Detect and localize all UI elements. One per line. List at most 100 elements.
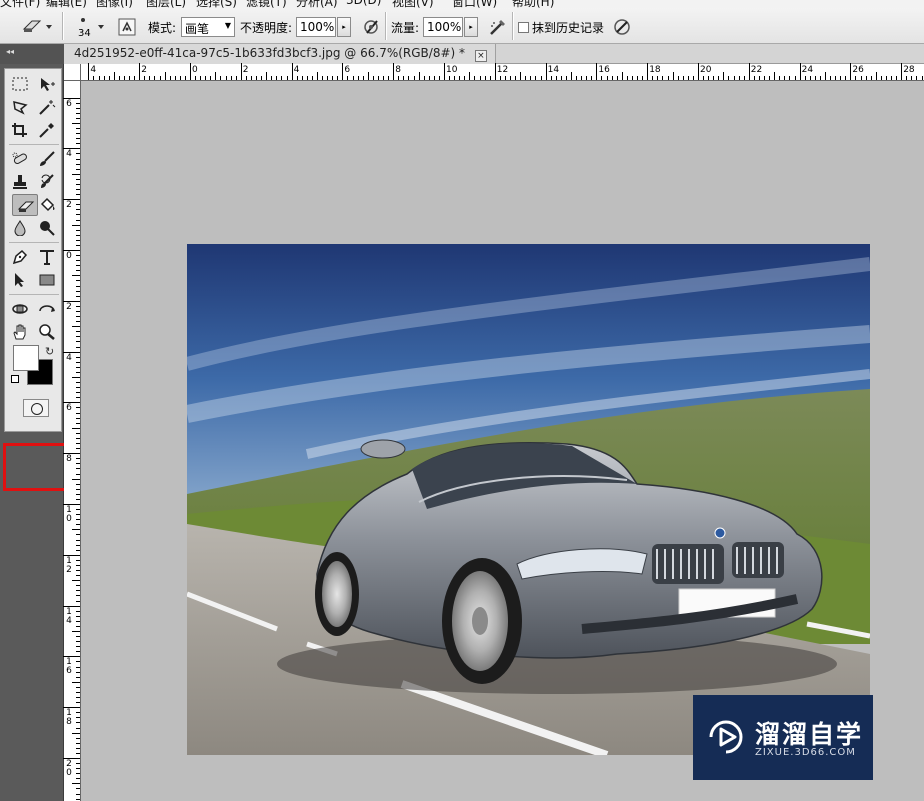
ruler-minor-tick <box>76 448 80 450</box>
brush-tool[interactable] <box>34 148 60 170</box>
history-brush-tool[interactable] <box>34 171 60 193</box>
paint-bucket-tool[interactable] <box>34 194 60 216</box>
document-canvas[interactable] <box>81 82 924 801</box>
close-icon[interactable]: × <box>474 50 487 62</box>
menu-item[interactable]: 图像(I) <box>96 0 133 8</box>
ruler-label: 14 <box>547 65 560 75</box>
erase-history-checkbox[interactable] <box>518 22 529 33</box>
foreground-color-swatch[interactable] <box>13 345 39 371</box>
mode-select[interactable]: 画笔 ▼ <box>181 17 235 37</box>
flow-slider-button[interactable]: ▸ <box>464 17 478 37</box>
pen-tool[interactable] <box>7 246 33 268</box>
path-selection-tool[interactable] <box>7 269 33 291</box>
ruler-minor-tick <box>830 76 832 80</box>
brush-size-value: 34 <box>78 28 91 39</box>
menu-item[interactable]: 文件(F) <box>0 0 40 8</box>
ruler-minor-tick <box>144 76 146 80</box>
hand-tool[interactable] <box>7 321 33 343</box>
ruler-minor-tick <box>200 76 202 80</box>
ruler-minor-tick <box>454 76 456 80</box>
clone-stamp-tool[interactable] <box>7 171 33 193</box>
ruler-minor-tick <box>626 76 628 80</box>
horizontal-ruler[interactable]: 4 2 0 2 4 6 8 10 12 14 16 18 20 22 24 26 28 <box>64 63 924 81</box>
document-tab[interactable]: 4d251952-e0ff-41ca-97c5-1b633fd3bcf3.jpg… <box>64 44 496 64</box>
ruler-origin[interactable] <box>64 64 81 81</box>
ruler-minor-tick <box>540 76 542 80</box>
eyedropper-tool[interactable] <box>34 119 60 141</box>
ruler-minor-tick <box>76 600 80 602</box>
ruler-minor-tick <box>76 646 80 648</box>
type-tool[interactable] <box>34 246 60 268</box>
3d-orbit-tool[interactable] <box>34 298 60 320</box>
crop-tool[interactable] <box>7 119 33 141</box>
quick-mask-button[interactable] <box>23 399 49 417</box>
ruler-minor-tick <box>76 102 80 104</box>
ruler-minor-tick <box>713 76 715 80</box>
ruler-minor-tick <box>184 76 186 80</box>
ruler-label: 8 <box>66 454 72 465</box>
zoom-tool[interactable] <box>34 321 60 343</box>
vertical-ruler[interactable]: 6 4 2 0 2 4 6 8 1 0 1 2 1 4 1 6 1 8 2 0 <box>63 81 81 801</box>
ruler-minor-tick <box>169 76 171 80</box>
ruler-minor-tick <box>489 76 491 80</box>
ruler-minor-tick <box>225 76 227 80</box>
marquee-tool[interactable] <box>7 73 33 95</box>
menu-item[interactable]: 3D(D) <box>346 0 381 7</box>
menu-item[interactable]: 编辑(E) <box>46 0 87 8</box>
ruler-minor-tick <box>76 788 80 790</box>
erase-history-label: 抹到历史记录 <box>532 21 605 35</box>
ruler-minor-tick <box>76 610 80 612</box>
ruler-minor-tick <box>703 76 705 80</box>
dodge-tool[interactable] <box>34 217 60 239</box>
ruler-label: 4 <box>293 65 300 75</box>
ruler-minor-tick <box>484 76 486 80</box>
menu-item[interactable]: 选择(S) <box>196 0 237 8</box>
tools-grid: ↻ <box>4 68 62 432</box>
ruler-minor-tick <box>76 493 80 495</box>
menu-item[interactable]: 视图(V) <box>392 0 434 8</box>
ruler-minor-tick <box>870 76 872 80</box>
menu-item[interactable]: 图层(L) <box>146 0 186 8</box>
ruler-minor-tick <box>76 641 80 643</box>
airbrush-icon[interactable] <box>488 17 508 40</box>
menu-item[interactable]: 分析(A) <box>296 0 338 8</box>
ruler-minor-tick <box>76 138 80 140</box>
ruler-minor-tick <box>753 76 755 80</box>
move-tool[interactable] <box>34 73 60 95</box>
ruler-minor-tick <box>687 76 689 80</box>
spot-healing-tool[interactable] <box>7 148 33 170</box>
airbrush-pressure-opacity-icon[interactable] <box>361 17 381 40</box>
ruler-label: 0 <box>66 251 72 261</box>
opacity-slider-button[interactable]: ▸ <box>337 17 351 37</box>
ruler-label: 0 <box>192 65 198 75</box>
ruler-minor-tick <box>459 76 461 80</box>
magic-wand-tool[interactable] <box>34 96 60 118</box>
ruler-minor-tick <box>789 76 791 80</box>
blur-tool[interactable] <box>7 217 33 239</box>
opacity-input[interactable]: 100% <box>296 17 336 37</box>
3d-rotate-tool[interactable] <box>7 298 33 320</box>
collapse-panels-button[interactable]: ◂◂ <box>0 44 64 64</box>
menu-item[interactable]: 窗口(W) <box>452 0 497 8</box>
ruler-minor-tick <box>423 76 425 80</box>
brush-panel-toggle-icon[interactable] <box>118 18 136 39</box>
ruler-minor-tick <box>621 72 623 80</box>
ruler-minor-tick <box>311 76 313 80</box>
rectangle-tool[interactable] <box>34 269 60 291</box>
swap-colors-icon[interactable]: ↻ <box>45 345 54 358</box>
eraser-preset-icon[interactable] <box>20 16 54 39</box>
tablet-pressure-size-icon[interactable] <box>612 17 632 40</box>
ruler-minor-tick <box>875 72 877 80</box>
ruler-minor-tick <box>76 331 80 333</box>
ruler-label: 8 <box>395 65 401 75</box>
default-colors-icon[interactable] <box>11 375 19 383</box>
ruler-minor-tick <box>72 529 80 531</box>
ruler-minor-tick <box>76 229 80 231</box>
ruler-minor-tick <box>76 437 80 439</box>
menu-item[interactable]: 滤镜(T) <box>246 0 287 8</box>
ruler-minor-tick <box>76 128 80 130</box>
ruler-tick <box>190 63 191 80</box>
flow-input[interactable]: 100% <box>423 17 463 37</box>
lasso-tool[interactable] <box>7 96 33 118</box>
menu-item[interactable]: 帮助(H) <box>512 0 554 8</box>
